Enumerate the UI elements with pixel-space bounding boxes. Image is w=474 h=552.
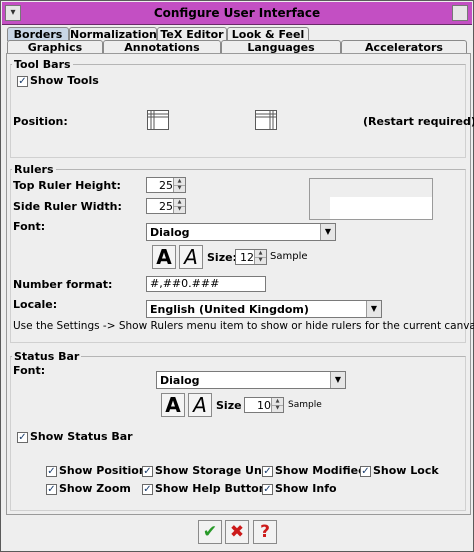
show-tools-checkbox[interactable]: ✓ bbox=[17, 76, 28, 87]
number-format-field[interactable]: #,##0.### bbox=[146, 276, 266, 292]
statusbar-size-spinner[interactable]: 10 ▲ ▼ bbox=[244, 397, 284, 413]
ruler-preview bbox=[309, 178, 433, 220]
statusbar-font-sample: Sample bbox=[288, 400, 322, 410]
top-ruler-height-value: 25 bbox=[159, 179, 173, 192]
toolbar-position-left-option[interactable] bbox=[147, 110, 169, 130]
show-help-button-checkbox[interactable]: ✓ bbox=[142, 484, 153, 495]
grid-left-icon bbox=[148, 111, 168, 129]
tab-languages[interactable]: Languages bbox=[221, 40, 341, 54]
show-status-bar-label: Show Status Bar bbox=[30, 430, 133, 443]
top-ruler-height-spinner[interactable]: 25 ▲ ▼ bbox=[146, 177, 186, 193]
show-lock-checkbox[interactable]: ✓ bbox=[360, 466, 371, 477]
restart-required-note: (Restart required) bbox=[363, 115, 474, 128]
ruler-font-select[interactable]: Dialog ▼ bbox=[146, 223, 336, 241]
number-format-label: Number format: bbox=[13, 278, 113, 291]
rulers-hint: Use the Settings -> Show Rulers menu ite… bbox=[13, 320, 474, 332]
tab-look-and-feel[interactable]: Look & Feel bbox=[227, 27, 309, 41]
chevron-down-icon: ▼ bbox=[320, 224, 335, 240]
show-position-label: Show Position bbox=[59, 464, 147, 477]
ruler-size-value: 12 bbox=[240, 251, 254, 264]
ok-button[interactable]: ✔ bbox=[198, 520, 222, 544]
toolbars-group-title: Tool Bars bbox=[12, 58, 73, 71]
show-status-bar-checkbox[interactable]: ✓ bbox=[17, 432, 28, 443]
show-storage-unit-label: Show Storage Unit bbox=[155, 464, 271, 477]
rulers-group-title: Rulers bbox=[12, 163, 56, 176]
statusbar-size-label: Size bbox=[216, 399, 242, 412]
show-zoom-label: Show Zoom bbox=[59, 482, 131, 495]
statusbar-font-select[interactable]: Dialog ▼ bbox=[156, 371, 346, 389]
statusbar-italic-button[interactable]: A bbox=[188, 393, 212, 417]
spinner-down-icon[interactable]: ▼ bbox=[174, 206, 185, 213]
dialog-window: ▾ Configure User Interface Borders Norma… bbox=[0, 0, 474, 552]
spinner-down-icon[interactable]: ▼ bbox=[272, 405, 283, 412]
show-zoom-checkbox[interactable]: ✓ bbox=[46, 484, 57, 495]
show-lock-label: Show Lock bbox=[373, 464, 439, 477]
grid-right-icon bbox=[256, 111, 276, 129]
show-help-button-label: Show Help Button bbox=[155, 482, 267, 495]
chevron-down-icon: ▼ bbox=[366, 301, 381, 317]
window-control-button[interactable] bbox=[452, 5, 468, 21]
tab-borders[interactable]: Borders bbox=[7, 27, 69, 41]
ruler-italic-button[interactable]: A bbox=[179, 245, 203, 269]
ruler-font-sample: Sample bbox=[270, 251, 308, 262]
locale-select[interactable]: English (United Kingdom) ▼ bbox=[146, 300, 382, 318]
show-info-checkbox[interactable]: ✓ bbox=[262, 484, 273, 495]
statusbar-group-title: Status Bar bbox=[12, 350, 82, 363]
statusbar-font-value: Dialog bbox=[160, 374, 200, 387]
show-modified-checkbox[interactable]: ✓ bbox=[262, 466, 273, 477]
title-bar[interactable]: ▾ Configure User Interface bbox=[2, 2, 472, 25]
tab-graphics[interactable]: Graphics bbox=[7, 40, 103, 54]
help-button[interactable]: ? bbox=[253, 520, 277, 544]
show-tools-label: Show Tools bbox=[30, 74, 99, 87]
tab-annotations[interactable]: Annotations bbox=[103, 40, 221, 54]
ruler-font-label: Font: bbox=[13, 220, 46, 233]
toolbar-position-right-option[interactable] bbox=[255, 110, 277, 130]
locale-label: Locale: bbox=[13, 298, 58, 311]
show-modified-label: Show Modified bbox=[275, 464, 366, 477]
chevron-down-icon: ▼ bbox=[330, 372, 345, 388]
statusbar-font-label: Font: bbox=[13, 364, 46, 377]
side-ruler-width-spinner[interactable]: 25 ▲ ▼ bbox=[146, 198, 186, 214]
ruler-size-spinner[interactable]: 12 ▲ ▼ bbox=[235, 249, 267, 265]
tab-normalization[interactable]: Normalization bbox=[69, 27, 157, 41]
tab-accelerators[interactable]: Accelerators bbox=[341, 40, 467, 54]
side-ruler-width-value: 25 bbox=[159, 200, 173, 213]
statusbar-size-value: 10 bbox=[257, 399, 271, 412]
top-ruler-height-label: Top Ruler Height: bbox=[13, 179, 121, 192]
statusbar-bold-button[interactable]: A bbox=[161, 393, 185, 417]
cancel-button[interactable]: ✖ bbox=[225, 520, 249, 544]
locale-value: English (United Kingdom) bbox=[150, 303, 309, 316]
spinner-down-icon[interactable]: ▼ bbox=[255, 257, 266, 264]
ruler-bold-button[interactable]: A bbox=[152, 245, 176, 269]
position-label: Position: bbox=[13, 115, 68, 128]
ruler-font-value: Dialog bbox=[150, 226, 190, 239]
ruler-size-label: Size: bbox=[207, 251, 237, 264]
show-storage-unit-checkbox[interactable]: ✓ bbox=[142, 466, 153, 477]
show-info-label: Show Info bbox=[275, 482, 337, 495]
spinner-down-icon[interactable]: ▼ bbox=[174, 185, 185, 192]
window-title: Configure User Interface bbox=[153, 6, 321, 20]
show-position-checkbox[interactable]: ✓ bbox=[46, 466, 57, 477]
side-ruler-width-label: Side Ruler Width: bbox=[13, 200, 122, 213]
borders-panel: Tool Bars ✓ Show Tools Position: (Restar… bbox=[6, 53, 474, 515]
tab-tex-editor[interactable]: TeX Editor bbox=[157, 27, 227, 41]
